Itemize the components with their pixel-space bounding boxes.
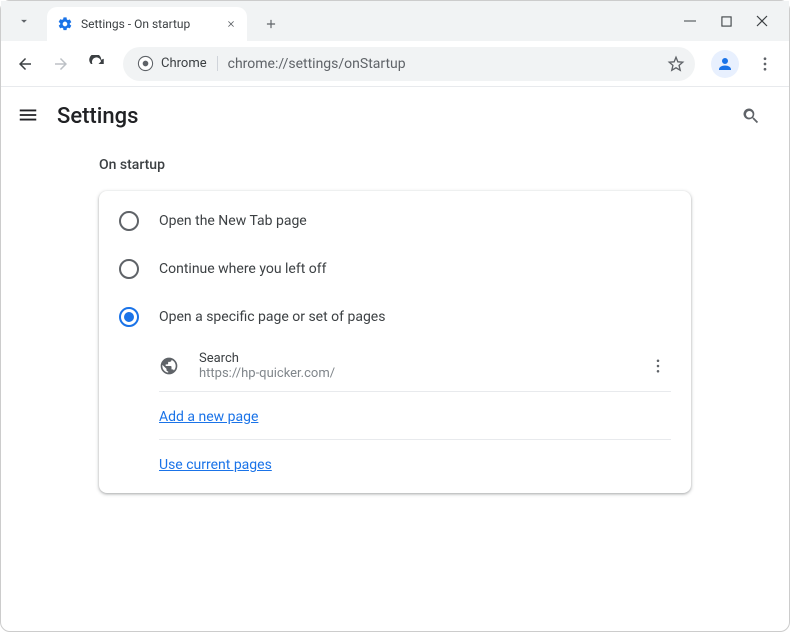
radio-icon xyxy=(119,211,139,231)
page-title: Settings xyxy=(57,104,138,129)
option-continue[interactable]: Continue where you left off xyxy=(99,245,691,293)
option-label: Open the New Tab page xyxy=(159,213,307,229)
dots-vertical-icon xyxy=(649,357,667,375)
back-button[interactable] xyxy=(9,48,41,80)
settings-header: Settings xyxy=(1,87,789,145)
search-icon xyxy=(741,106,761,126)
close-icon xyxy=(226,19,236,29)
tab-search-button[interactable] xyxy=(7,4,41,38)
option-label: Open a specific page or set of pages xyxy=(159,309,385,325)
chevron-down-icon xyxy=(17,14,31,28)
titlebar: Settings - On startup xyxy=(1,1,789,41)
option-specific[interactable]: Open a specific page or set of pages xyxy=(99,293,691,341)
option-label: Continue where you left off xyxy=(159,261,327,277)
arrow-left-icon xyxy=(16,55,34,73)
browser-tab[interactable]: Settings - On startup xyxy=(47,7,247,41)
close-window-button[interactable] xyxy=(755,14,769,28)
startup-page-url: https://hp-quicker.com/ xyxy=(199,366,645,381)
reload-button[interactable] xyxy=(81,48,113,80)
bookmark-button[interactable] xyxy=(667,55,685,73)
star-icon xyxy=(667,55,685,73)
use-current-link[interactable]: Use current pages xyxy=(159,457,272,473)
forward-button[interactable] xyxy=(45,48,77,80)
use-current-row: Use current pages xyxy=(99,440,691,487)
add-page-row: Add a new page xyxy=(99,392,691,439)
reload-icon xyxy=(88,55,106,73)
startup-page-row: Search https://hp-quicker.com/ xyxy=(99,341,691,391)
hamburger-icon xyxy=(17,104,39,126)
radio-checked-icon xyxy=(119,307,139,327)
section-title: On startup xyxy=(99,157,789,173)
arrow-right-icon xyxy=(52,55,70,73)
startup-card: Open the New Tab page Continue where you… xyxy=(99,191,691,493)
tab-title: Settings - On startup xyxy=(81,17,219,31)
globe-icon xyxy=(159,356,179,376)
page-actions-button[interactable] xyxy=(645,357,671,375)
new-tab-button[interactable] xyxy=(257,10,285,38)
search-settings-button[interactable] xyxy=(741,106,761,126)
gear-icon xyxy=(57,16,73,32)
window-controls xyxy=(683,1,789,41)
address-bar[interactable]: Chrome chrome://settings/onStartup xyxy=(123,47,695,81)
chrome-logo-icon xyxy=(133,52,157,76)
profile-button[interactable] xyxy=(711,50,739,78)
plus-icon xyxy=(264,17,278,31)
add-page-link[interactable]: Add a new page xyxy=(159,409,258,425)
radio-icon xyxy=(119,259,139,279)
omnibox-url: chrome://settings/onStartup xyxy=(228,56,667,72)
maximize-button[interactable] xyxy=(719,14,733,28)
option-new-tab[interactable]: Open the New Tab page xyxy=(99,197,691,245)
toolbar: Chrome chrome://settings/onStartup xyxy=(1,41,789,87)
content: On startup Open the New Tab page Continu… xyxy=(1,145,789,493)
minimize-button[interactable] xyxy=(683,14,697,28)
close-tab-button[interactable] xyxy=(223,16,239,32)
browser-menu-button[interactable] xyxy=(749,48,781,80)
startup-page-name: Search xyxy=(199,351,645,366)
menu-button[interactable] xyxy=(17,104,41,128)
person-icon xyxy=(716,55,734,73)
dots-vertical-icon xyxy=(756,55,774,73)
omnibox-chip: Chrome xyxy=(157,56,218,71)
